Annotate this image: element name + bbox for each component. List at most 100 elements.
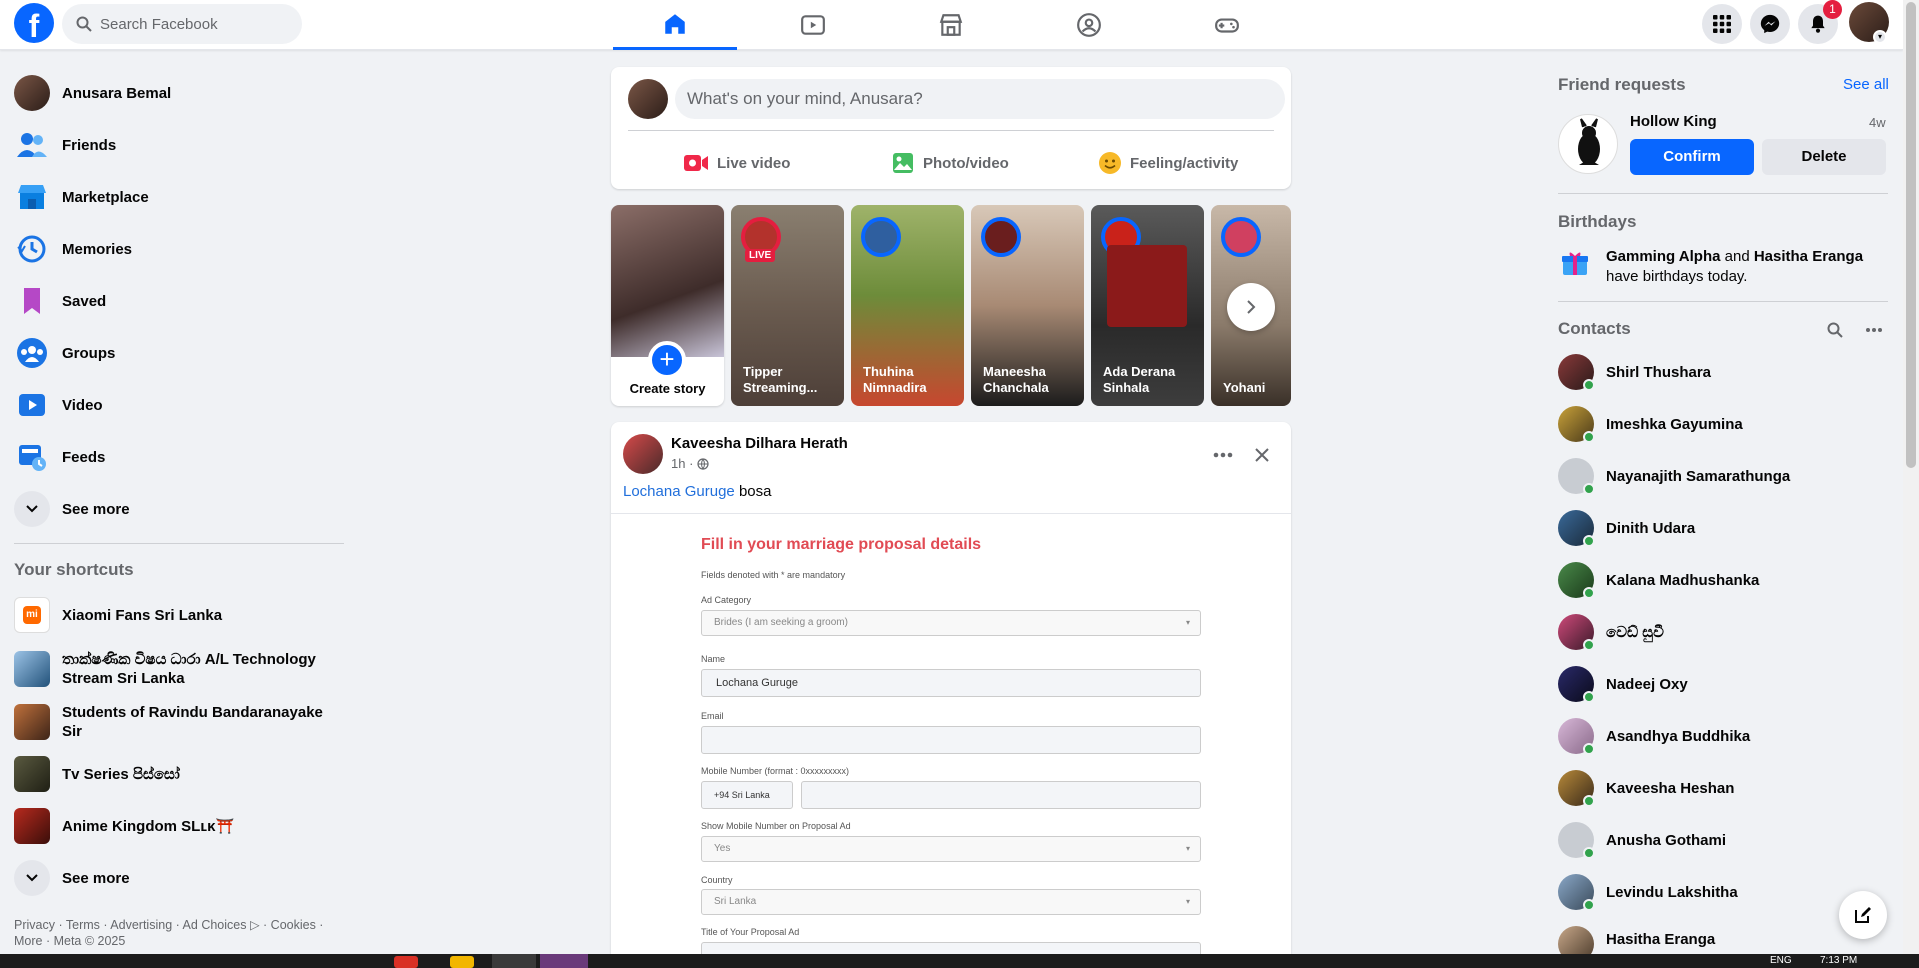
story-card[interactable]: Ada Derana Sinhala — [1091, 205, 1204, 406]
post-image[interactable]: Fill in your marriage proposal details F… — [611, 513, 1291, 954]
shortcut-item[interactable]: තාක්ෂණික විෂය ධාරා A/L Technology Stream… — [14, 643, 344, 695]
contact-item[interactable]: Shirl Thushara — [1558, 346, 1888, 398]
story-name: Tipper Streaming... — [743, 364, 818, 395]
story-avatar — [1221, 217, 1261, 257]
group-thumbnail — [14, 808, 50, 844]
taskbar-language[interactable]: ENG — [1770, 955, 1792, 966]
contact-name: Asandhya Buddhika — [1606, 727, 1751, 745]
stories-next-button[interactable] — [1227, 283, 1275, 331]
close-icon — [1255, 448, 1269, 462]
shortcut-item[interactable]: mi Xiaomi Fans Sri Lanka — [14, 589, 344, 641]
tagged-user-link[interactable]: Lochana Guruge — [623, 483, 735, 500]
new-message-button[interactable] — [1839, 891, 1887, 939]
contact-name: Shirl Thushara — [1606, 363, 1712, 381]
chevron-right-icon — [1247, 300, 1256, 314]
photo-video-button[interactable]: Photo/video — [891, 145, 1009, 181]
feeling-activity-button[interactable]: Feeling/activity — [1098, 145, 1238, 181]
search-contacts-button[interactable] — [1823, 318, 1847, 342]
sidebar-item-label: Video — [62, 396, 103, 414]
birthday-text: Gamming Alpha and Hasitha Eranga have bi… — [1606, 247, 1896, 287]
sidebar-profile[interactable]: Anusara Bemal — [14, 67, 344, 119]
story-card[interactable]: Thuhina Nimnadira — [851, 205, 964, 406]
contact-item[interactable]: Anusha Gothami — [1558, 814, 1888, 866]
compose-icon — [1855, 907, 1871, 923]
smiley-icon — [1099, 152, 1121, 174]
see-more-shortcuts-button[interactable]: See more — [14, 852, 344, 904]
online-indicator — [1583, 847, 1595, 859]
birthday-name[interactable]: Hasitha Eranga — [1754, 248, 1863, 265]
story-card[interactable]: LIVE Tipper Streaming... — [731, 205, 844, 406]
hide-post-button[interactable] — [1247, 440, 1277, 470]
post-author[interactable]: Kaveesha Dilhara Herath — [671, 435, 848, 452]
country-value: Sri Lanka — [714, 896, 757, 907]
contact-item[interactable]: වෙඩ් සුවී — [1558, 606, 1888, 658]
shortcut-item[interactable]: Students of Ravindu Bandaranayake Sir — [14, 696, 344, 748]
sidebar-item-feeds[interactable]: Feeds — [14, 431, 344, 483]
contact-item[interactable]: Nadeej Oxy — [1558, 658, 1888, 710]
story-graphic — [1107, 245, 1187, 327]
footer-line: More · Meta © 2025 — [14, 934, 126, 948]
contact-item[interactable]: Asandhya Buddhika — [1558, 710, 1888, 762]
search-input[interactable]: Search Facebook — [62, 4, 302, 44]
contact-item[interactable]: Dinith Udara — [1558, 502, 1888, 554]
see-more-button[interactable]: See more — [14, 483, 344, 535]
story-card[interactable]: Maneesha Chanchala — [971, 205, 1084, 406]
sidebar-item-video[interactable]: Video — [14, 379, 344, 431]
taskbar-app-icon[interactable] — [394, 956, 418, 968]
contact-avatar — [1558, 718, 1595, 755]
chevron-down-icon[interactable]: ▾ — [1873, 30, 1887, 44]
shortcut-item[interactable]: Anime Kingdom SLʟᴋ⛩️ — [14, 800, 344, 852]
notifications-button[interactable]: 1 — [1798, 0, 1842, 44]
menu-button[interactable] — [1702, 4, 1742, 44]
tab-video[interactable] — [751, 0, 875, 50]
request-name[interactable]: Hollow King — [1630, 113, 1717, 130]
sidebar-item-saved[interactable]: Saved — [14, 275, 344, 327]
tab-marketplace[interactable] — [889, 0, 1013, 50]
sidebar-item-friends[interactable]: Friends — [14, 119, 344, 171]
birthday-name[interactable]: Gamming Alpha — [1606, 248, 1720, 265]
post-composer: What's on your mind, Anusara? Live video… — [611, 67, 1291, 189]
contact-item[interactable]: Kalana Madhushanka — [1558, 554, 1888, 606]
post-card: Kaveesha Dilhara Herath 1h · Lochana Gur… — [611, 422, 1291, 954]
tab-home[interactable] — [613, 0, 737, 50]
right-divider — [1558, 193, 1888, 194]
shortcut-label: Tv Series පිස්සෝ — [62, 765, 180, 783]
taskbar-app-icon[interactable] — [492, 954, 536, 968]
sidebar-item-memories[interactable]: Memories — [14, 223, 344, 275]
contact-item[interactable]: Kaveesha Heshan — [1558, 762, 1888, 814]
ad-category-select: Brides (I am seeking a groom) ▾ — [701, 610, 1201, 636]
live-video-button[interactable]: Live video — [683, 145, 790, 181]
create-story-card[interactable]: + Create story — [611, 205, 724, 406]
taskbar-app-icon[interactable] — [540, 954, 588, 968]
facebook-logo[interactable]: f — [14, 3, 54, 43]
contact-item[interactable]: Hasitha Eranga — [1558, 918, 1888, 954]
taskbar-clock[interactable]: 7:13 PM — [1820, 955, 1857, 966]
story-name: Thuhina Nimnadira — [863, 364, 927, 395]
tab-gaming[interactable] — [1165, 0, 1289, 50]
story-name: Maneesha Chanchala — [983, 364, 1049, 395]
video-icon — [801, 15, 825, 35]
sidebar-item-label: Marketplace — [62, 188, 149, 206]
messenger-button[interactable] — [1750, 4, 1790, 44]
see-all-link[interactable]: See all — [1843, 76, 1889, 93]
shortcuts-title: Your shortcuts — [14, 560, 134, 579]
contact-item[interactable]: Nayanajith Samarathunga — [1558, 450, 1888, 502]
taskbar-folder-icon[interactable] — [450, 956, 474, 968]
author-avatar[interactable] — [623, 434, 663, 474]
tab-groups[interactable] — [1027, 0, 1151, 50]
ad-title-label: Title of Your Proposal Ad — [701, 927, 800, 937]
sidebar-item-marketplace[interactable]: Marketplace — [14, 171, 344, 223]
request-avatar[interactable] — [1558, 114, 1618, 174]
post-options-button[interactable] — [1208, 440, 1238, 470]
sidebar-item-groups[interactable]: Groups — [14, 327, 344, 379]
contact-item[interactable]: Imeshka Gayumina — [1558, 398, 1888, 450]
shortcut-item[interactable]: Tv Series පිස්සෝ — [14, 748, 344, 800]
delete-button[interactable]: Delete — [1762, 139, 1886, 175]
contacts-options-button[interactable] — [1862, 318, 1886, 342]
scrollbar-thumb[interactable] — [1906, 2, 1916, 468]
composer-input[interactable]: What's on your mind, Anusara? — [675, 79, 1285, 119]
post-time[interactable]: 1h · — [671, 456, 693, 471]
footer-links[interactable]: Privacy · Terms · Advertising · Ad Choic… — [14, 917, 344, 949]
profile-avatar — [14, 75, 50, 111]
confirm-button[interactable]: Confirm — [1630, 139, 1754, 175]
